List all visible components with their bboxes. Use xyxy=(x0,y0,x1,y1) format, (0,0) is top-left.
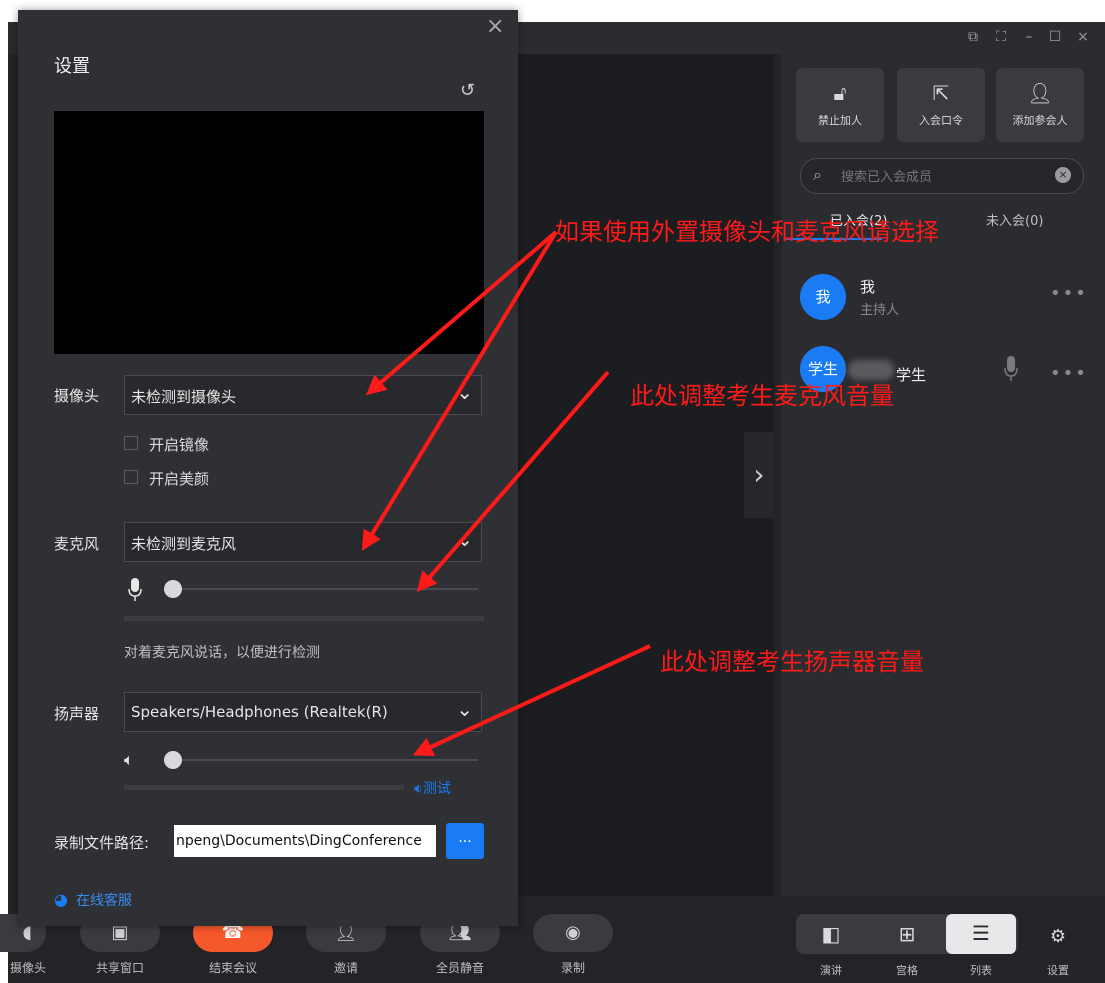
annotation-label: 此处调整考生麦克风音量 xyxy=(630,382,894,410)
annotation-label: 此处调整考生扬声器音量 xyxy=(660,648,924,676)
annotation-arrow xyxy=(365,230,558,396)
annotation-arrow xyxy=(412,644,651,757)
annotation-arrows xyxy=(361,230,651,757)
annotation-arrow xyxy=(361,230,558,551)
annotation-label: 如果使用外置摄像头和麦克风请选择 xyxy=(555,218,939,246)
